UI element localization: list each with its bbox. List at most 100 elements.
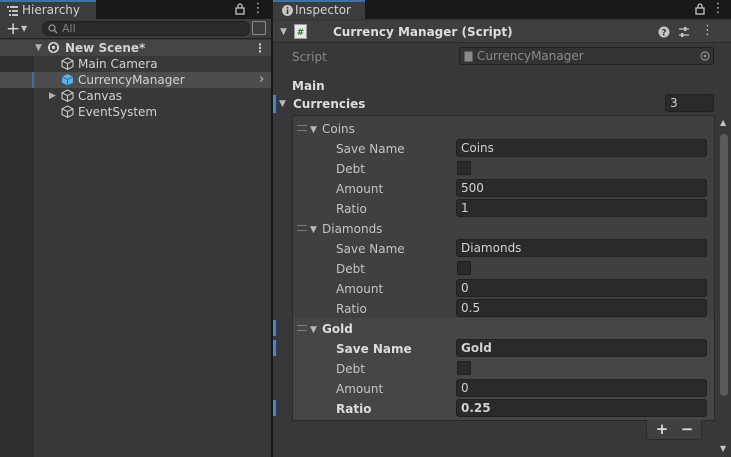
lock-icon[interactable]: [233, 1, 247, 17]
svg-text:?: ?: [661, 29, 666, 39]
inspector-panel: Inspector ⋮ ▼ # Currency Manager (Script…: [273, 0, 731, 457]
scroll-down-icon[interactable]: ▼: [720, 444, 726, 453]
element-foldout-icon[interactable]: ▼: [310, 325, 317, 335]
hierarchy-item-label: Main Camera: [78, 57, 158, 71]
override-indicator: [273, 400, 276, 416]
amount-field[interactable]: 500: [456, 179, 707, 197]
help-icon[interactable]: ?: [658, 26, 670, 38]
kebab-menu-icon[interactable]: ⋮: [711, 1, 725, 17]
override-indicator: [273, 95, 276, 113]
amount-field[interactable]: 0: [456, 279, 707, 297]
save-name-field[interactable]: Gold: [456, 339, 707, 357]
hierarchy-item-label: CurrencyManager: [78, 73, 185, 87]
lock-icon[interactable]: [693, 1, 707, 17]
scene-menu-icon[interactable]: ⋮: [254, 40, 266, 56]
debt-checkbox[interactable]: [457, 161, 471, 175]
search-input[interactable]: All: [42, 21, 250, 36]
hierarchy-item-label: EventSystem: [78, 105, 158, 119]
tab-inspector[interactable]: Inspector: [273, 0, 365, 19]
override-indicator: [273, 320, 276, 336]
drag-handle-icon[interactable]: [297, 225, 307, 231]
debt-label: Debt: [336, 162, 365, 176]
kebab-menu-icon[interactable]: ⋮: [251, 1, 265, 17]
chevron-right-icon[interactable]: ›: [259, 72, 264, 88]
cube-icon: [61, 74, 74, 86]
debt-checkbox[interactable]: [457, 361, 471, 375]
ratio-field[interactable]: 0.5: [456, 299, 707, 317]
hierarchy-item-label: Canvas: [78, 89, 123, 103]
scene-visibility-icon[interactable]: [252, 21, 266, 35]
save-name-label: Save Name: [336, 242, 405, 256]
svg-text:#: #: [297, 28, 305, 38]
add-object-button[interactable]: +: [6, 20, 20, 38]
component-title: Currency Manager (Script): [333, 25, 513, 39]
object-picker-icon: [700, 51, 710, 61]
ratio-label: Ratio: [336, 302, 367, 316]
amount-label: Amount: [336, 282, 384, 296]
debt-label: Debt: [336, 362, 365, 376]
cube-icon: [61, 57, 74, 70]
save-name-field[interactable]: Coins: [456, 139, 707, 157]
tab-inspector-label: Inspector: [295, 3, 351, 17]
ratio-field[interactable]: 1: [456, 199, 707, 217]
element-name: Diamonds: [322, 222, 383, 236]
chevron-down-icon[interactable]: ▼: [21, 24, 27, 33]
debt-label: Debt: [336, 262, 365, 276]
search-placeholder: All: [62, 22, 76, 35]
tab-hierarchy-label: Hierarchy: [22, 3, 81, 17]
presets-icon[interactable]: [678, 26, 690, 38]
list-footer: + −: [646, 420, 702, 440]
component-menu-icon[interactable]: ⋮: [701, 23, 714, 38]
hierarchy-panel: Hierarchy ⋮ + ▼ All ▼ New Scene* ⋮ Main …: [0, 0, 271, 457]
component-foldout-icon[interactable]: ▼: [280, 27, 287, 37]
amount-label: Amount: [336, 182, 384, 196]
info-icon: [282, 5, 293, 16]
cube-icon: [61, 105, 74, 118]
script-label: Script: [292, 50, 327, 64]
scene-row[interactable]: ▼ New Scene* ⋮: [0, 40, 271, 56]
amount-field[interactable]: 0: [456, 379, 707, 397]
scrollbar-thumb[interactable]: [720, 134, 728, 396]
ratio-label: Ratio: [336, 402, 372, 416]
hierarchy-item-event-system[interactable]: EventSystem: [0, 104, 271, 120]
save-name-label: Save Name: [336, 342, 412, 356]
search-icon: [48, 24, 58, 34]
currencies-label: Currencies: [293, 97, 366, 111]
canvas-foldout-icon[interactable]: ▶: [49, 88, 56, 104]
selection-indicator: [32, 72, 34, 88]
csharp-script-icon: #: [294, 24, 307, 39]
element-foldout-icon[interactable]: ▼: [310, 125, 317, 135]
element-name: Coins: [322, 122, 355, 136]
component-header[interactable]: ▼ # Currency Manager (Script) ? ⋮: [273, 21, 731, 43]
drag-handle-icon[interactable]: [297, 125, 307, 131]
currencies-list: ▼ Coins Save Name Coins Debt Amount 500 …: [292, 115, 715, 421]
hierarchy-item-main-camera[interactable]: Main Camera: [0, 56, 271, 72]
csharp-script-icon: [464, 51, 473, 62]
hierarchy-item-currency-manager[interactable]: CurrencyManager ›: [0, 72, 271, 88]
remove-element-button[interactable]: −: [677, 420, 697, 440]
hierarchy-item-canvas[interactable]: ▶ Canvas: [0, 88, 271, 104]
section-header-main: Main: [292, 79, 325, 93]
list-icon: [7, 6, 18, 16]
script-object-field: CurrencyManager: [459, 47, 714, 65]
scene-foldout-icon[interactable]: ▼: [35, 40, 42, 56]
save-name-label: Save Name: [336, 142, 405, 156]
scroll-up-icon[interactable]: ▲: [720, 118, 726, 127]
ratio-label: Ratio: [336, 202, 367, 216]
currencies-size-field[interactable]: 3: [665, 94, 714, 112]
element-name: Gold: [322, 322, 353, 336]
currencies-foldout-icon[interactable]: ▼: [279, 99, 286, 109]
scene-name: New Scene*: [65, 41, 146, 55]
add-element-button[interactable]: +: [652, 420, 672, 440]
save-name-field[interactable]: Diamonds: [456, 239, 707, 257]
drag-handle-icon[interactable]: [297, 325, 307, 331]
debt-checkbox[interactable]: [457, 261, 471, 275]
unity-logo-icon: [48, 42, 59, 53]
override-indicator: [273, 340, 276, 356]
ratio-field[interactable]: 0.25: [456, 399, 707, 417]
script-value: CurrencyManager: [477, 49, 584, 63]
element-foldout-icon[interactable]: ▼: [310, 225, 317, 235]
cube-icon: [61, 89, 74, 102]
amount-label: Amount: [336, 382, 384, 396]
tab-hierarchy[interactable]: Hierarchy: [0, 0, 96, 19]
